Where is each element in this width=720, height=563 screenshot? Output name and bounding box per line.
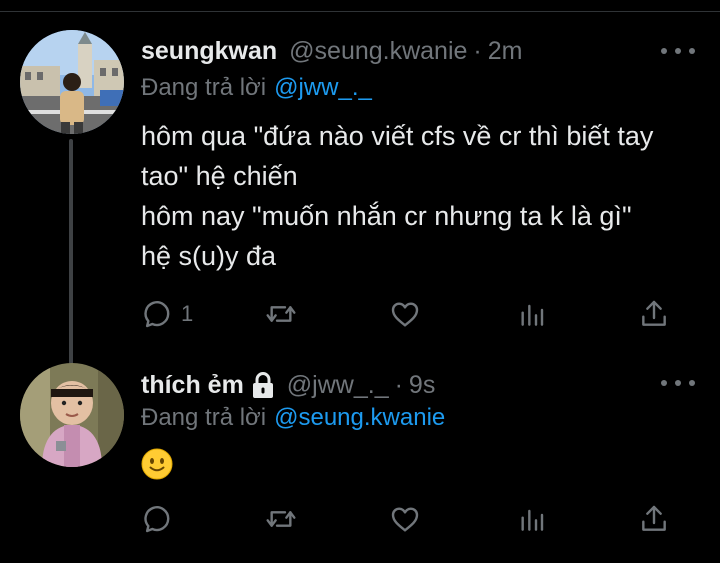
reply-icon — [141, 503, 173, 535]
retweet-button[interactable] — [265, 503, 297, 535]
tweet[interactable]: thích ẻm @jww_._ · 9s Đang trả lời @seung… — [0, 352, 720, 563]
avatar[interactable] — [20, 363, 124, 467]
replying-to: Đang trả lời @jww_._ — [141, 74, 372, 102]
heart-icon — [389, 298, 421, 330]
lock-icon — [251, 371, 275, 399]
like-button[interactable] — [389, 503, 421, 535]
more-options-icon[interactable] — [661, 376, 695, 390]
reply-count: 1 — [181, 301, 194, 326]
retweet-icon — [265, 503, 297, 535]
tweet-text: hôm qua "đứa nào viết cfs về cr thì biết… — [141, 116, 706, 276]
heart-icon — [389, 503, 421, 535]
separator-dot: · — [394, 370, 403, 399]
action-bar: 1 — [141, 298, 681, 330]
timestamp[interactable]: 2m — [488, 37, 523, 66]
more-options-icon[interactable] — [661, 44, 695, 58]
mention-link[interactable]: @jww_._ — [274, 74, 372, 101]
top-divider — [0, 0, 720, 12]
display-name[interactable]: seungkwan — [141, 37, 277, 66]
handle[interactable]: @seung.kwanie — [289, 37, 467, 66]
tweet-header: seungkwan @seung.kwanie · 2m — [141, 34, 522, 68]
replying-prefix: Đang trả lời — [141, 74, 267, 101]
like-button[interactable] — [389, 298, 421, 330]
handle[interactable]: @jww_._ — [287, 371, 389, 400]
reply-icon — [141, 298, 173, 330]
tweet-text-line: tao" hệ chiến — [141, 161, 298, 191]
tweet-text-line: hệ s(u)y đa — [141, 241, 277, 271]
retweet-icon — [265, 298, 297, 330]
timestamp[interactable]: 9s — [409, 371, 435, 400]
tweet-header: thích ẻm @jww_._ · 9s — [141, 368, 435, 402]
action-bar — [141, 503, 681, 535]
share-icon — [638, 298, 670, 330]
thread-connector-line — [69, 139, 73, 369]
conversation-thread: seungkwan @seung.kwanie · 2m Đang trả lờ… — [0, 0, 720, 563]
share-icon — [638, 503, 670, 535]
analytics-button[interactable] — [516, 503, 548, 535]
share-button[interactable] — [638, 298, 670, 330]
replying-prefix: Đang trả lời — [141, 404, 267, 431]
slightly-smiling-face-icon — [141, 448, 173, 480]
tweet-text-line: hôm qua "đứa nào viết cfs về cr thì biết… — [141, 121, 654, 151]
reply-button[interactable] — [141, 503, 173, 535]
analytics-icon — [516, 503, 548, 535]
avatar[interactable] — [20, 30, 124, 134]
analytics-button[interactable] — [516, 298, 548, 330]
separator-dot: · — [473, 36, 482, 65]
tweet[interactable]: seungkwan @seung.kwanie · 2m Đang trả lờ… — [0, 12, 720, 369]
reply-button[interactable]: 1 — [141, 298, 193, 330]
tweet-text-line: hôm nay "muốn nhắn cr nhưng ta k là gì" — [141, 201, 632, 231]
retweet-button[interactable] — [265, 298, 297, 330]
analytics-icon — [516, 298, 548, 330]
display-name[interactable]: thích ẻm — [141, 371, 244, 400]
share-button[interactable] — [638, 503, 670, 535]
mention-link[interactable]: @seung.kwanie — [274, 404, 445, 431]
replying-to: Đang trả lời @seung.kwanie — [141, 404, 445, 432]
